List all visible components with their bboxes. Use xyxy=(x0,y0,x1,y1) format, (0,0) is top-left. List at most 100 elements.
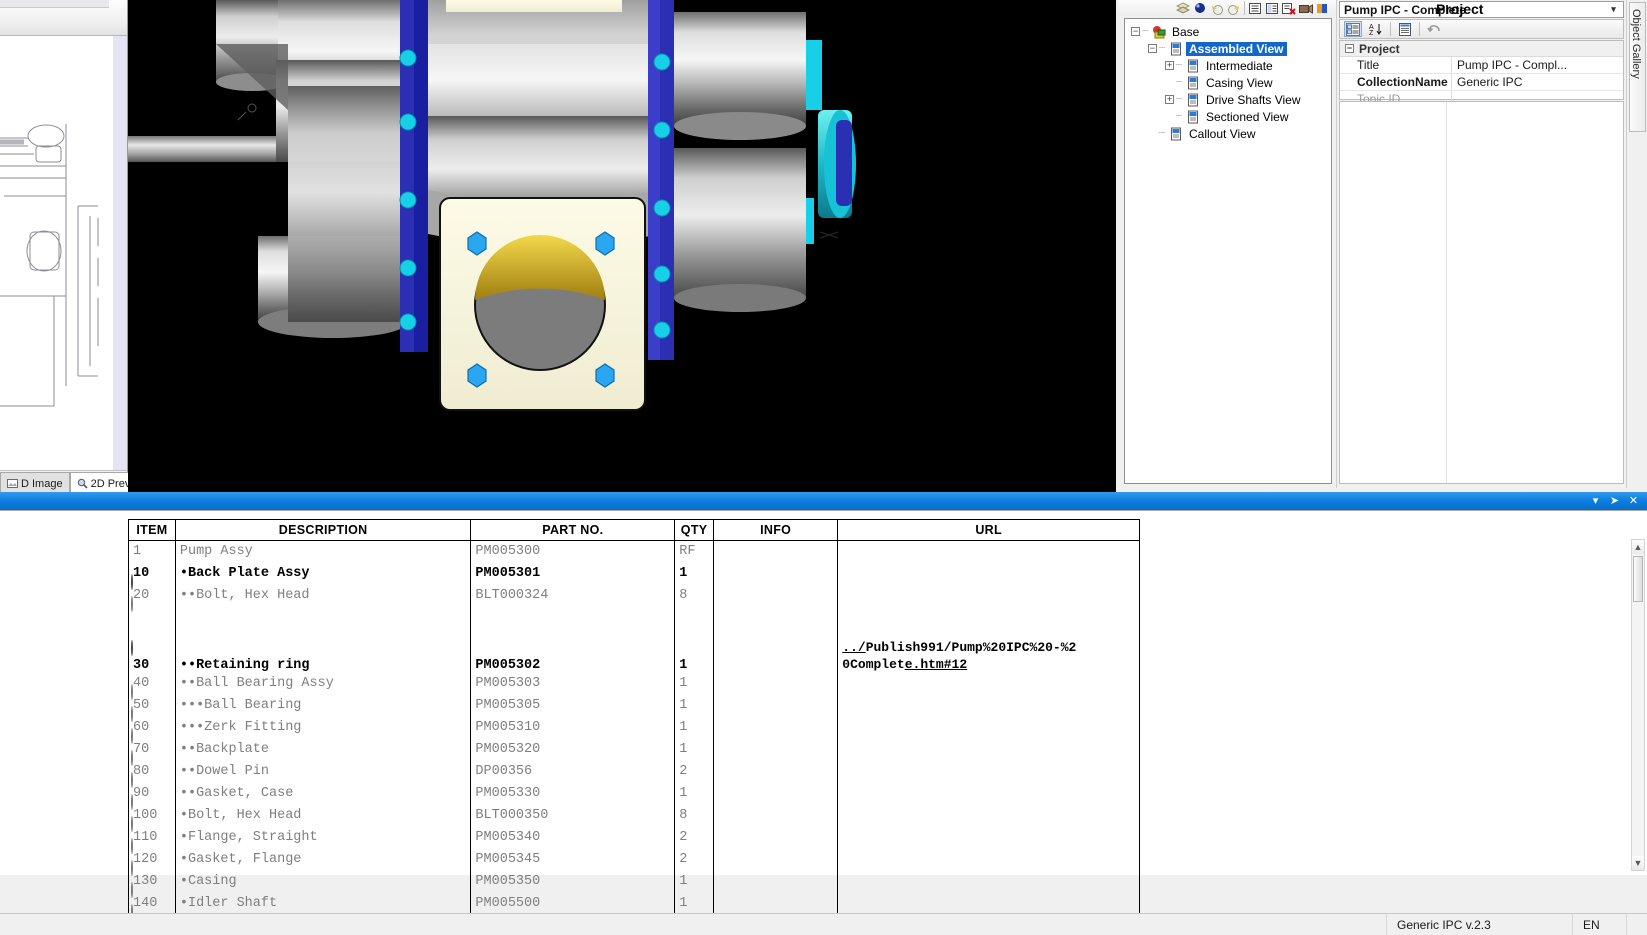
table-row[interactable]: 140 •Idler Shaft PM005500 1 xyxy=(128,892,1140,915)
property-grid-body[interactable] xyxy=(1339,101,1624,484)
3d-model-viewer[interactable] xyxy=(128,0,1116,488)
cell-description[interactable]: •Back Plate Assy xyxy=(174,562,472,585)
tree-node-casing-view[interactable]: ┈ Casing View xyxy=(1131,74,1331,91)
expand-icon[interactable]: + xyxy=(1165,95,1174,104)
cell-info[interactable] xyxy=(712,694,839,717)
cell-url-link[interactable]: ../Publish991/Pump%20IPC%20-%2 0Complete.… xyxy=(842,640,1076,672)
undo-icon[interactable] xyxy=(1425,21,1443,37)
table-row[interactable]: 40 ••Ball Bearing Assy PM005303 1 xyxy=(128,672,1140,695)
cell-description[interactable]: •Casing xyxy=(174,870,472,893)
cell-item[interactable]: 30 xyxy=(128,606,176,673)
cell-info[interactable] xyxy=(712,892,839,915)
2d-preview-canvas[interactable] xyxy=(0,36,127,470)
col-header-part-no[interactable]: PART NO. xyxy=(470,519,676,541)
cell-description[interactable]: •Idler Shaft xyxy=(174,892,472,915)
cell-info[interactable] xyxy=(712,738,839,761)
cell-description[interactable]: •••Zerk Fitting xyxy=(174,716,472,739)
cell-qty[interactable]: 1 xyxy=(674,738,714,761)
cell-item[interactable]: 70 xyxy=(128,738,176,761)
table-row[interactable]: 50 •••Ball Bearing PM005305 1 xyxy=(128,694,1140,717)
tab-3d-image[interactable]: D Image xyxy=(0,472,70,492)
cell-part-no[interactable]: PM005301 xyxy=(470,562,676,585)
cell-description[interactable]: ••Retaining ring xyxy=(174,606,472,673)
cell-description[interactable]: •••Ball Bearing xyxy=(174,694,472,717)
flag-icon[interactable] xyxy=(1316,2,1330,15)
cell-qty[interactable]: 8 xyxy=(674,804,714,827)
chevron-down-icon[interactable]: ▾ xyxy=(1606,3,1621,16)
cell-description[interactable]: ••Dowel Pin xyxy=(174,760,472,783)
property-toolbar[interactable]: AZ xyxy=(1339,19,1624,39)
cell-qty[interactable]: 1 xyxy=(674,892,714,915)
cell-info[interactable] xyxy=(712,584,839,607)
property-group-header[interactable]: − Project xyxy=(1340,41,1623,57)
shaded-render-icon[interactable] xyxy=(1175,1,1191,15)
table-row[interactable]: 80 ••Dowel Pin DP00356 2 xyxy=(128,760,1140,783)
caption-pin-button[interactable]: ➤ xyxy=(1609,495,1620,507)
cell-url[interactable] xyxy=(837,562,1140,585)
cell-item[interactable]: 120 xyxy=(128,848,176,871)
alphabetical-icon[interactable]: AZ xyxy=(1367,21,1385,37)
cell-part-no[interactable]: BLT000350 xyxy=(470,804,676,827)
light-left-icon[interactable] xyxy=(1210,2,1224,15)
table-row[interactable]: 20 ••Bolt, Hex Head BLT000324 8 xyxy=(128,584,1140,607)
cell-qty[interactable]: 2 xyxy=(674,848,714,871)
preview-thumbnail[interactable] xyxy=(0,0,109,8)
preview-tabs[interactable]: D Image 2D Previ... xyxy=(0,470,149,492)
cell-url[interactable] xyxy=(837,804,1140,827)
cell-description[interactable]: ••Gasket, Case xyxy=(174,782,472,805)
cell-item[interactable]: 50 xyxy=(128,694,176,717)
preview-thumbnail-strip[interactable] xyxy=(0,0,127,36)
table-row[interactable]: 70 ••Backplate PM005320 1 xyxy=(128,738,1140,761)
cell-description[interactable]: ••Ball Bearing Assy xyxy=(174,672,472,695)
cell-url[interactable] xyxy=(837,672,1140,695)
cell-info[interactable] xyxy=(712,716,839,739)
table-row[interactable]: 110 •Flange, Straight PM005340 2 xyxy=(128,826,1140,849)
view-tree-toolbar[interactable] xyxy=(1118,0,1336,16)
cell-qty[interactable]: 1 xyxy=(674,694,714,717)
delete-view-icon[interactable] xyxy=(1282,2,1296,15)
cell-info[interactable] xyxy=(712,760,839,783)
tree-node-intermediate[interactable]: + ┈ Intermediate xyxy=(1131,57,1331,74)
cell-url[interactable] xyxy=(837,848,1140,871)
scroll-down-icon[interactable]: ▼ xyxy=(1632,856,1644,870)
property-row[interactable]: CollectionName Generic IPC xyxy=(1340,74,1623,91)
cell-url[interactable] xyxy=(837,540,1140,563)
cell-item[interactable]: 40 xyxy=(128,672,176,695)
expand-icon[interactable]: + xyxy=(1165,61,1174,70)
collapse-icon[interactable]: − xyxy=(1345,44,1354,53)
cell-part-no[interactable]: PM005345 xyxy=(470,848,676,871)
cell-item[interactable]: 60 xyxy=(128,716,176,739)
cell-part-no[interactable]: PM005320 xyxy=(470,738,676,761)
cell-description[interactable]: •Flange, Straight xyxy=(174,826,472,849)
parts-list-table[interactable]: ITEM DESCRIPTION PART NO. QTY INFO URL 1… xyxy=(128,519,1140,915)
cell-info[interactable] xyxy=(712,848,839,871)
cell-part-no[interactable]: PM005500 xyxy=(470,892,676,915)
cell-url[interactable] xyxy=(837,826,1140,849)
cell-part-no[interactable]: PM005300 xyxy=(470,540,676,563)
light-right-icon[interactable] xyxy=(1227,2,1241,15)
cell-info[interactable] xyxy=(712,562,839,585)
cell-description[interactable]: Pump Assy xyxy=(174,540,472,563)
cell-info[interactable] xyxy=(712,672,839,695)
table-row[interactable]: 60 •••Zerk Fitting PM005310 1 xyxy=(128,716,1140,739)
cell-part-no[interactable]: BLT000324 xyxy=(470,584,676,607)
col-header-info[interactable]: INFO xyxy=(712,519,839,541)
table-row[interactable]: 130 •Casing PM005350 1 xyxy=(128,870,1140,893)
detail-view-icon[interactable] xyxy=(1265,2,1279,15)
cell-part-no[interactable]: PM005330 xyxy=(470,782,676,805)
cell-url[interactable] xyxy=(837,694,1140,717)
scroll-up-icon[interactable]: ▲ xyxy=(1632,540,1644,554)
view-tree[interactable]: − ┈ Base − ┈ Assembled View + ┈ Intermediate ┈ Cas… xyxy=(1124,18,1332,484)
cell-description[interactable]: ••Bolt, Hex Head xyxy=(174,584,472,607)
object-gallery-tab[interactable]: Object Gallery xyxy=(1629,2,1646,132)
cell-part-no[interactable]: PM005350 xyxy=(470,870,676,893)
collapse-icon[interactable]: − xyxy=(1131,27,1140,36)
cell-info[interactable] xyxy=(712,606,839,673)
parts-list-table-wrapper[interactable]: ITEM DESCRIPTION PART NO. QTY INFO URL 1… xyxy=(128,519,1141,915)
table-row[interactable]: 1 Pump Assy PM005300 RF xyxy=(128,540,1140,563)
collapse-icon[interactable]: − xyxy=(1148,44,1157,53)
resize-grip-icon[interactable] xyxy=(1626,913,1647,935)
tree-node-sectioned-view[interactable]: ┈ Sectioned View xyxy=(1131,108,1331,125)
table-row[interactable]: 30 ••Retaining ring PM005302 1 ../Publish991… xyxy=(128,606,1140,673)
property-column-splitter[interactable] xyxy=(1446,102,1447,483)
